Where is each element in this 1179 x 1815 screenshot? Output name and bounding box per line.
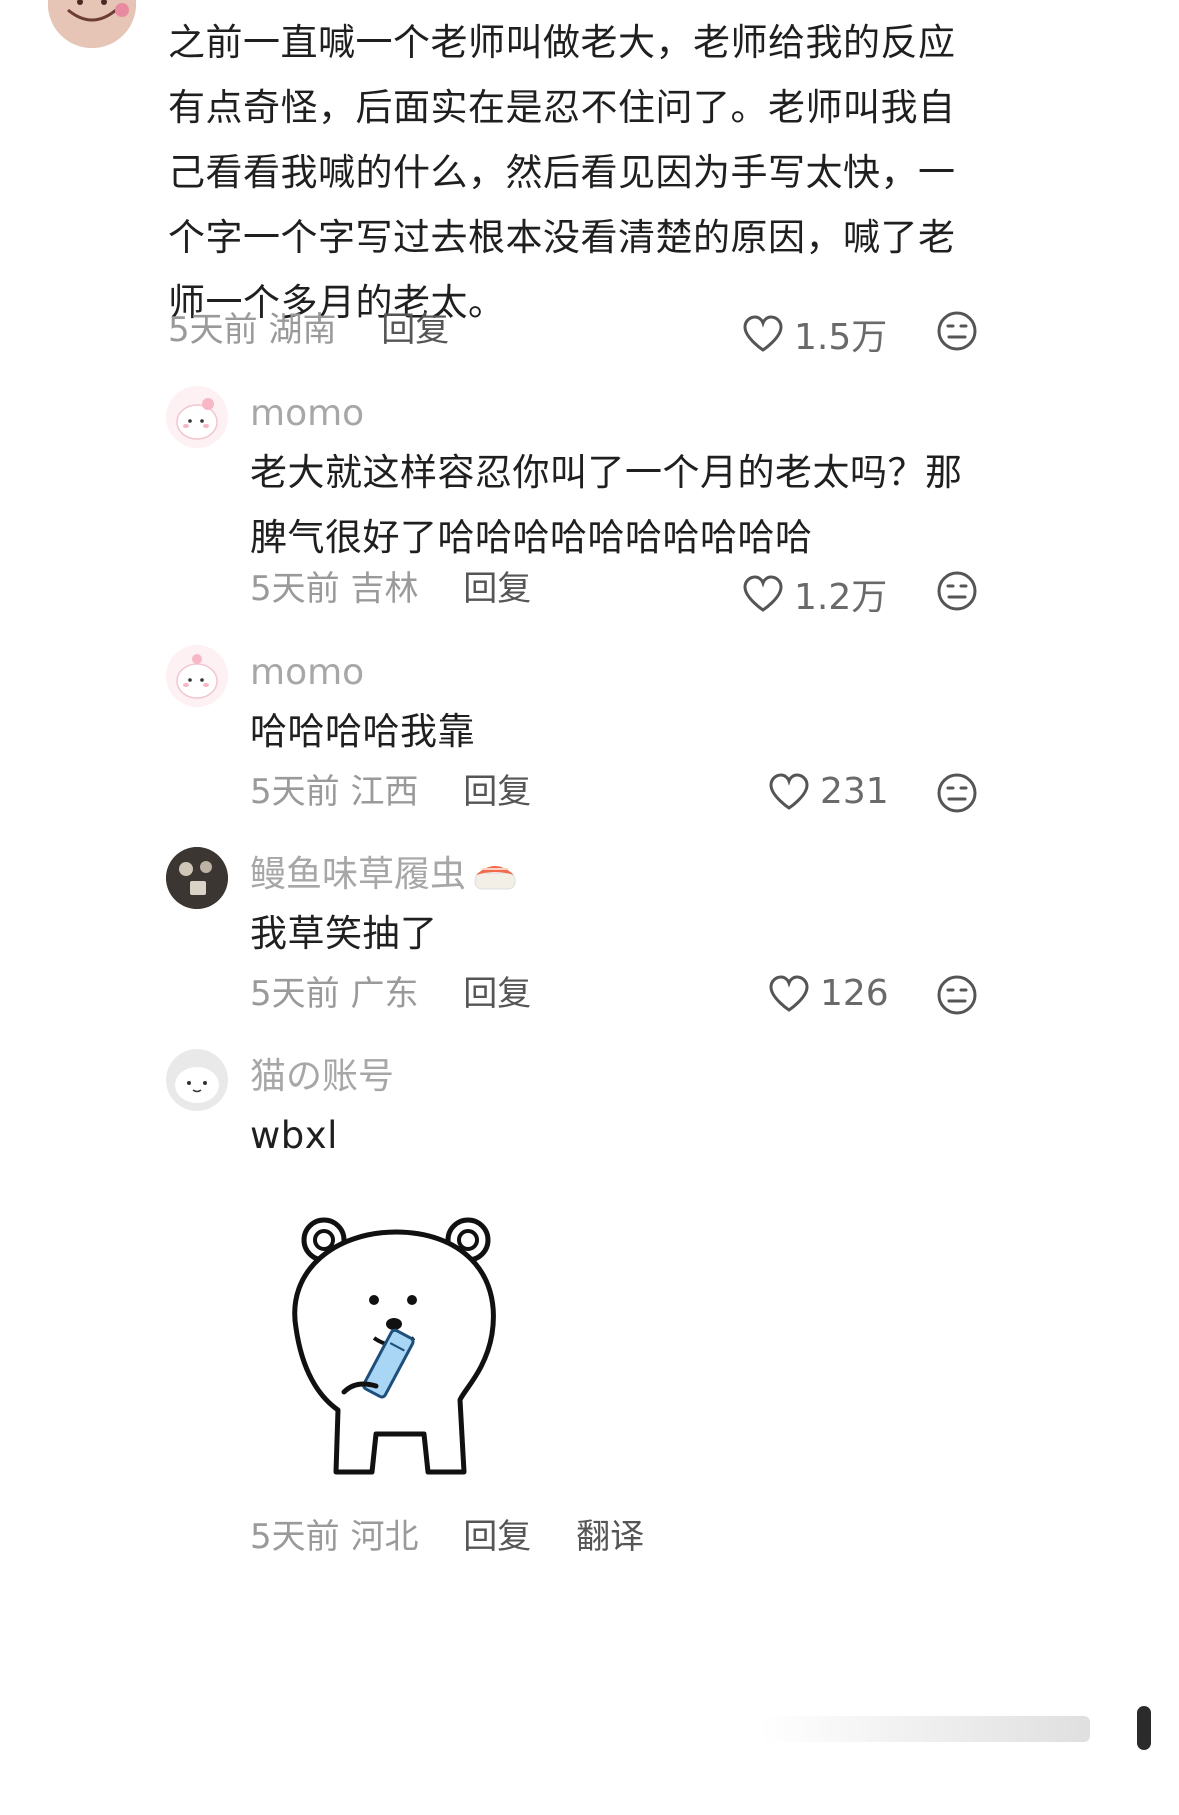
comment-text: 老大就这样容忍你叫了一个月的老太吗？那脾气很好了哈哈哈哈哈哈哈哈哈哈 (250, 451, 963, 559)
comment-meta: 5天前 湖南 回复 (168, 310, 449, 350)
comment-meta: 5天前 江西 回复 (250, 772, 531, 812)
neutral-face-icon (937, 571, 977, 611)
like-count: 231 (820, 771, 889, 812)
reaction-button[interactable] (936, 570, 978, 616)
neutral-face-icon (937, 311, 977, 351)
comment-location: 广东 (350, 974, 419, 1014)
comment-location: 江西 (350, 772, 419, 812)
comment-time: 5天前 (250, 1517, 340, 1557)
avatar-image (48, 0, 136, 48)
comment-location: 河北 (350, 1517, 419, 1557)
like-count: 1.2万 (794, 577, 888, 618)
comment-time: 5天前 (250, 974, 340, 1014)
like-button[interactable]: 126 (768, 973, 889, 1014)
avatar-image (166, 386, 228, 448)
like-button[interactable]: 231 (768, 771, 889, 812)
comment-meta: 5天前 河北 回复 翻译 (250, 1517, 644, 1557)
neutral-face-icon (937, 773, 977, 813)
username[interactable]: 鳗鱼味草履虫 (250, 853, 518, 897)
like-button[interactable]: 1.5万 (742, 308, 887, 360)
comment-meta: 5天前 广东 回复 (250, 974, 531, 1014)
scroll-fade (760, 1716, 1090, 1742)
avatar[interactable] (166, 847, 228, 909)
avatar-image (166, 645, 228, 707)
avatar[interactable] (166, 1049, 228, 1111)
reply-button[interactable]: 回复 (463, 569, 531, 609)
neutral-face-icon (937, 975, 977, 1015)
comment-text: 我草笑抽了 (250, 912, 438, 955)
scrollbar-thumb[interactable] (1137, 1706, 1151, 1750)
reaction-button[interactable] (936, 772, 978, 818)
heart-outline-icon (769, 974, 809, 1012)
avatar[interactable] (48, 0, 136, 48)
heart-outline-icon (743, 315, 783, 352)
white-bear-drinking-sticker[interactable] (278, 1210, 510, 1490)
comment-meta: 5天前 吉林 回复 (250, 569, 531, 609)
username[interactable]: momo (250, 392, 364, 436)
comment-text: 哈哈哈哈我靠 (250, 710, 475, 753)
comment-text: 之前一直喊一个老师叫做老大，老师给我的反应有点奇怪，后面实在是忍不住问了。老师叫… (168, 21, 956, 324)
reply-button[interactable]: 回复 (463, 1517, 531, 1557)
comment-location: 湖南 (268, 310, 337, 350)
heart-outline-icon (743, 575, 783, 612)
comment-time: 5天前 (250, 772, 340, 812)
avatar[interactable] (166, 645, 228, 707)
username-text: 鳗鱼味草履虫 (250, 854, 467, 895)
like-button[interactable]: 1.2万 (742, 568, 887, 620)
heart-outline-icon (769, 772, 809, 810)
like-count: 1.5万 (794, 317, 888, 358)
reaction-button[interactable] (936, 974, 978, 1020)
avatar-image (166, 1049, 228, 1111)
comment-location: 吉林 (350, 569, 419, 609)
username[interactable]: momo (250, 651, 364, 695)
reply-button[interactable]: 回复 (381, 310, 449, 350)
reply-button[interactable]: 回复 (463, 772, 531, 812)
username[interactable]: 猫の账号 (250, 1055, 394, 1099)
comment-text: wbxl (250, 1114, 338, 1157)
avatar[interactable] (166, 386, 228, 448)
avatar-image (166, 847, 228, 909)
sushi-emoji (474, 866, 516, 890)
translate-button[interactable]: 翻译 (576, 1517, 644, 1557)
reaction-button[interactable] (936, 310, 978, 356)
reply-button[interactable]: 回复 (463, 974, 531, 1014)
like-count: 126 (820, 973, 889, 1014)
comment-time: 5天前 (250, 569, 340, 609)
comment-time: 5天前 (168, 310, 258, 350)
